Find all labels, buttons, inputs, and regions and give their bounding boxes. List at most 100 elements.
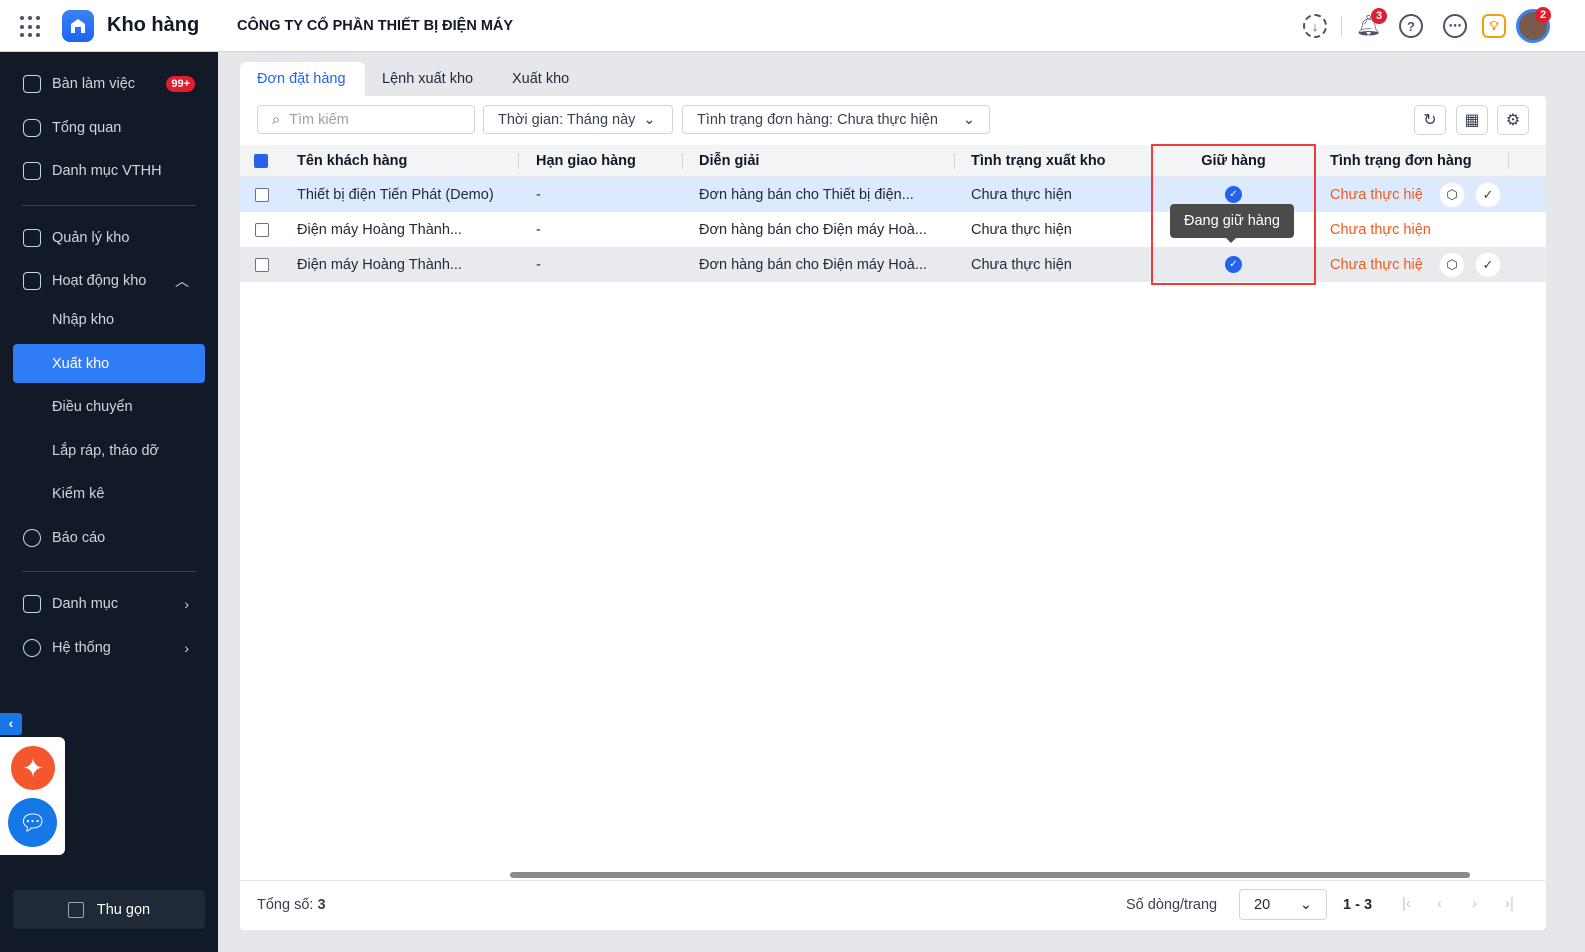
avatar-badge: 2	[1535, 7, 1552, 23]
horizontal-scrollbar[interactable]	[510, 872, 1470, 878]
last-page-icon[interactable]: ›|	[1505, 895, 1514, 912]
pie-chart-icon	[23, 529, 41, 547]
app-grid-icon[interactable]	[20, 16, 42, 38]
sidebar-item-import[interactable]: Nhập kho	[13, 301, 205, 339]
table-row[interactable]: Điện máy Hoàng Thành... - Đơn hàng bán c…	[240, 247, 1546, 282]
refresh-button[interactable]: ↻	[1414, 105, 1446, 135]
chevron-right-icon: ›	[184, 596, 189, 612]
chevron-left-icon[interactable]: ‹	[0, 713, 22, 735]
column-header-deadline[interactable]: Hạn giao hàng	[536, 145, 636, 177]
gear-icon	[23, 639, 41, 657]
tab-export-commands[interactable]: Lệnh xuất kho	[365, 62, 490, 96]
sidebar-item-catalog-vthh[interactable]: Danh mục VTHH	[13, 152, 205, 190]
ai-sparkle-icon[interactable]: ✦	[11, 746, 55, 790]
sidebar-item-label: Hệ thống	[52, 640, 111, 656]
chat-icon[interactable]: 💬︎	[8, 798, 57, 847]
row-checkbox[interactable]	[255, 187, 269, 202]
column-header-customer[interactable]: Tên khách hàng	[297, 145, 407, 177]
sidebar-item-label: Lắp ráp, tháo dỡ	[52, 443, 160, 459]
company-name[interactable]: CÔNG TY CỔ PHẦN THIẾT BỊ ĐIỆN MÁY	[237, 18, 513, 34]
top-header: Kho hàng CÔNG TY CỔ PHẦN THIẾT BỊ ĐIỆN M…	[0, 0, 1585, 52]
box-icon	[23, 162, 41, 180]
sidebar-item-label: Danh mục	[52, 596, 119, 612]
sidebar-item-label: Điều chuyển	[52, 399, 133, 415]
gear-icon: ⚙	[1505, 112, 1521, 129]
export-status: Chưa thực hiện	[971, 256, 1072, 273]
search-input[interactable]: ⌕ Tìm kiếm	[257, 105, 475, 134]
row-checkbox[interactable]	[255, 257, 269, 272]
column-header-description[interactable]: Diễn giải	[699, 145, 759, 177]
sidebar-item-desk[interactable]: Bàn làm việc 99+	[13, 65, 205, 103]
tooltip-arrow	[1226, 238, 1236, 243]
sidebar-item-assembly[interactable]: Lắp ráp, tháo dỡ	[13, 432, 205, 470]
next-page-icon[interactable]: ›	[1472, 895, 1477, 912]
download-icon[interactable]: ↓	[1303, 14, 1327, 38]
collapse-button[interactable]: Thu gọn	[13, 890, 205, 929]
collapse-label: Thu gọn	[96, 901, 151, 918]
column-divider[interactable]	[518, 153, 519, 169]
rows-per-page-select[interactable]: 20 ⌄	[1239, 889, 1327, 920]
time-filter-select[interactable]: Thời gian: Tháng này ⌄	[483, 105, 673, 134]
tab-sales-orders[interactable]: Đơn đặt hàng	[240, 62, 365, 96]
sidebar-item-warehouse-mgmt[interactable]: Quản lý kho	[13, 219, 205, 257]
complete-check-icon[interactable]: ✓	[1475, 181, 1501, 208]
sidebar-item-label: Tổng quan	[52, 120, 122, 136]
table-row[interactable]: Điện máy Hoàng Thành... - Đơn hàng bán c…	[240, 212, 1546, 247]
tab-export[interactable]: Xuất kho	[495, 62, 586, 96]
more-icon[interactable]: ⋯	[1443, 14, 1467, 38]
desk-badge: 99+	[166, 76, 195, 92]
row-checkbox[interactable]	[255, 222, 269, 237]
sidebar-item-transfer[interactable]: Điều chuyển	[13, 388, 205, 426]
sidebar-item-label: Bàn làm việc	[52, 76, 136, 92]
sidebar-item-reports[interactable]: Báo cáo	[13, 519, 205, 557]
table-row[interactable]: Thiết bị điện Tiến Phát (Demo) - Đơn hàn…	[240, 177, 1546, 212]
table-export-icon: ▦	[1464, 112, 1480, 129]
total-label: Tổng số:	[257, 897, 314, 913]
notification-badge: 3	[1371, 8, 1388, 24]
sidebar-item-overview[interactable]: Tổng quan	[13, 109, 205, 147]
sidebar-item-inventory-check[interactable]: Kiểm kê	[13, 475, 205, 513]
status-filter-select[interactable]: Tình trạng đơn hàng: Chưa thực hiện ⌄	[682, 105, 990, 134]
column-divider[interactable]	[682, 153, 683, 169]
customer-name: Điện máy Hoàng Thành...	[297, 256, 462, 273]
collapse-icon	[67, 901, 84, 918]
divider	[1341, 16, 1342, 36]
table-header: Tên khách hàng Hạn giao hàng Diễn giải T…	[240, 145, 1546, 177]
customer-name: Điện máy Hoàng Thành...	[297, 221, 462, 238]
prev-page-icon[interactable]: ‹	[1437, 895, 1442, 912]
sidebar-item-label: Hoạt động kho	[52, 273, 147, 289]
sidebar-item-catalog[interactable]: Danh mục ›	[13, 585, 205, 623]
first-page-icon[interactable]: |‹	[1402, 895, 1411, 912]
idea-icon[interactable]: 💡︎	[1482, 14, 1506, 38]
sidebar: Bàn làm việc 99+ Tổng quan Danh mục VTHH …	[0, 52, 218, 952]
column-header-order-status[interactable]: Tình trạng đơn hàng	[1330, 145, 1472, 177]
total-value: 3	[317, 897, 326, 913]
total-count: Tổng số: 3	[257, 897, 326, 913]
sidebar-item-label: Danh mục VTHH	[52, 163, 162, 179]
sidebar-item-label: Quản lý kho	[52, 230, 130, 246]
export-status: Chưa thực hiện	[971, 221, 1072, 238]
sidebar-item-warehouse-ops[interactable]: Hoạt động kho ︿	[13, 262, 205, 300]
cancel-hold-box-icon[interactable]: ⬡	[1439, 251, 1465, 278]
help-icon[interactable]: ?	[1399, 14, 1423, 38]
description: Đơn hàng bán cho Thiết bị điện...	[699, 186, 914, 203]
settings-button[interactable]: ⚙	[1497, 105, 1529, 135]
select-all-checkbox[interactable]	[254, 154, 268, 168]
grid-icon	[23, 595, 41, 613]
chevron-down-icon: ⌄	[643, 111, 656, 128]
column-divider[interactable]	[1508, 153, 1509, 169]
home-icon	[23, 119, 41, 137]
column-header-export-status[interactable]: Tình trạng xuất kho	[971, 145, 1106, 177]
cart-icon	[23, 272, 41, 290]
export-table-button[interactable]: ▦	[1456, 105, 1488, 135]
complete-check-icon[interactable]: ✓	[1475, 251, 1501, 278]
column-divider[interactable]	[954, 153, 955, 169]
chevron-down-icon: ⌄	[1299, 896, 1312, 913]
sidebar-item-export[interactable]: Xuất kho	[13, 344, 205, 383]
floating-widget: ✦ 💬︎	[0, 737, 65, 855]
sidebar-item-system[interactable]: Hệ thống ›	[13, 629, 205, 667]
search-icon: ⌕	[272, 111, 281, 128]
cancel-hold-box-icon[interactable]: ⬡	[1439, 181, 1465, 208]
chevron-right-icon: ›	[184, 640, 189, 656]
search-placeholder: Tìm kiếm	[289, 111, 349, 128]
